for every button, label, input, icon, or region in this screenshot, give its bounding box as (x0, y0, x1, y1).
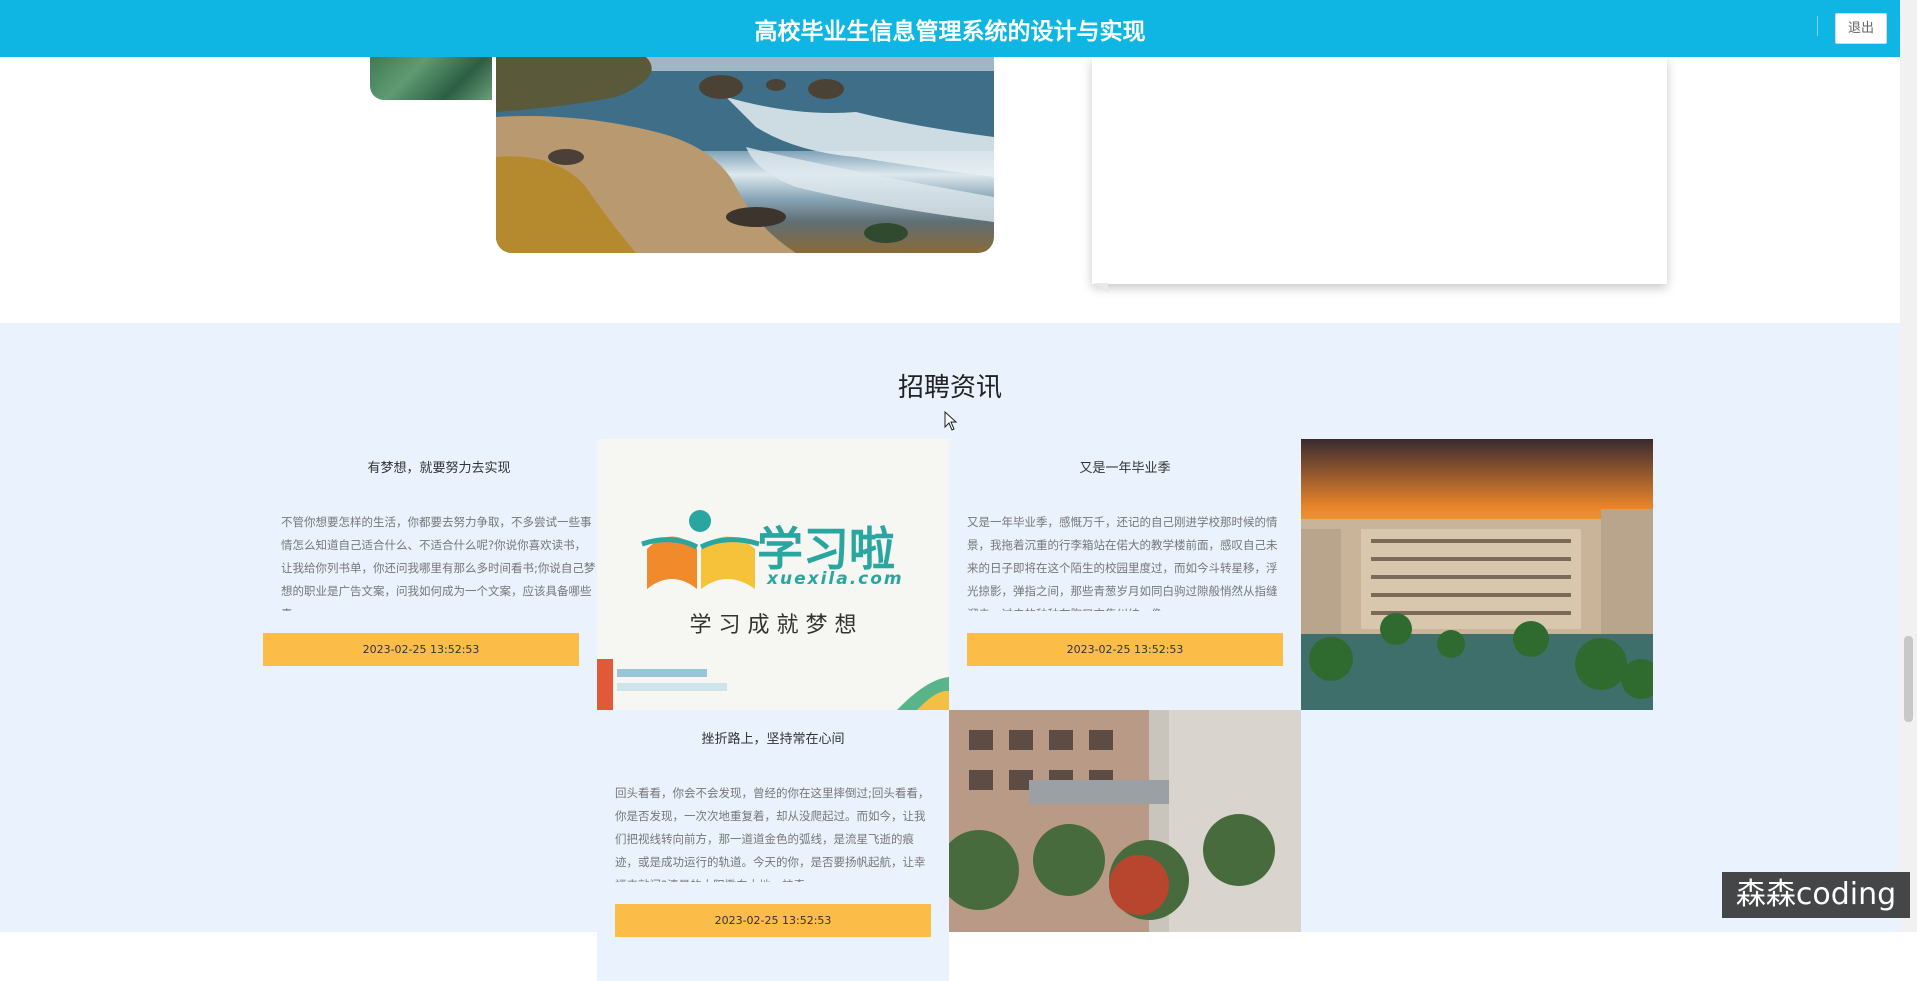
upper-section (0, 57, 1900, 323)
news-card[interactable]: 又是一年毕业季 又是一年毕业季，感慨万千，还记的自己刚进学校那时候的情景，我拖着… (949, 439, 1301, 710)
news-card[interactable]: 有梦想，就要努力去实现 不管你想要怎样的生活，你都要去努力争取，不多尝试一些事情… (263, 439, 615, 710)
mouse-cursor-icon (944, 411, 958, 431)
news-card[interactable]: 挫折路上，坚持常在心间 回头看看，你会不会发现，曾经的你在这里摔倒过;回头看看，… (597, 710, 949, 981)
news-image-building[interactable] (949, 710, 1301, 932)
app-title: 高校毕业生信息管理系统的设计与实现 (754, 19, 1146, 45)
video-watermark: 森森coding (1722, 872, 1910, 918)
news-title[interactable]: 有梦想，就要努力去实现 (263, 457, 615, 476)
section-title: 招聘资讯 (897, 373, 1002, 403)
news-excerpt: 又是一年毕业季，感慨万千，还记的自己刚进学校那时候的情景，我拖着沉重的行李箱站在… (967, 515, 1278, 611)
news-date: 2023-02-25 13:52:53 (615, 904, 931, 937)
logout-button[interactable]: 退出 (1835, 13, 1887, 44)
recruitment-section: 招聘资讯 有梦想，就要努力去实现 不管你想要怎样的生活，你都要去努力争取，不多尝… (0, 323, 1900, 981)
news-title[interactable]: 又是一年毕业季 (949, 457, 1301, 476)
news-image-logo[interactable]: 学习啦 xuexila.com 学 习 成 就 梦 想 (597, 439, 949, 710)
content-card (1092, 57, 1667, 284)
top-navbar: 高校毕业生信息管理系统的设计与实现 退出 (0, 0, 1900, 57)
header-divider (1817, 16, 1818, 36)
logo-slogan: 学 习 成 就 梦 想 (689, 613, 857, 638)
scrollbar-thumb[interactable] (1904, 636, 1913, 722)
news-excerpt: 回头看看，你会不会发现，曾经的你在这里摔倒过;回头看看，你是否发现，一次次地重复… (615, 786, 930, 882)
news-date: 2023-02-25 13:52:53 (263, 633, 579, 666)
page-scrollbar[interactable] (1900, 0, 1917, 932)
card-shadow-corner (1094, 283, 1108, 293)
news-excerpt: 不管你想要怎样的生活，你都要去努力争取，不多尝试一些事情怎么知道自己适合什么、不… (281, 515, 596, 611)
news-title[interactable]: 挫折路上，坚持常在心间 (597, 728, 949, 747)
carousel-main-image[interactable] (496, 57, 994, 253)
news-image-campus[interactable] (1301, 439, 1653, 710)
news-date: 2023-02-25 13:52:53 (967, 633, 1283, 666)
logo-brand-en: xuexila.com (767, 569, 904, 589)
carousel-side-image[interactable] (370, 57, 492, 100)
